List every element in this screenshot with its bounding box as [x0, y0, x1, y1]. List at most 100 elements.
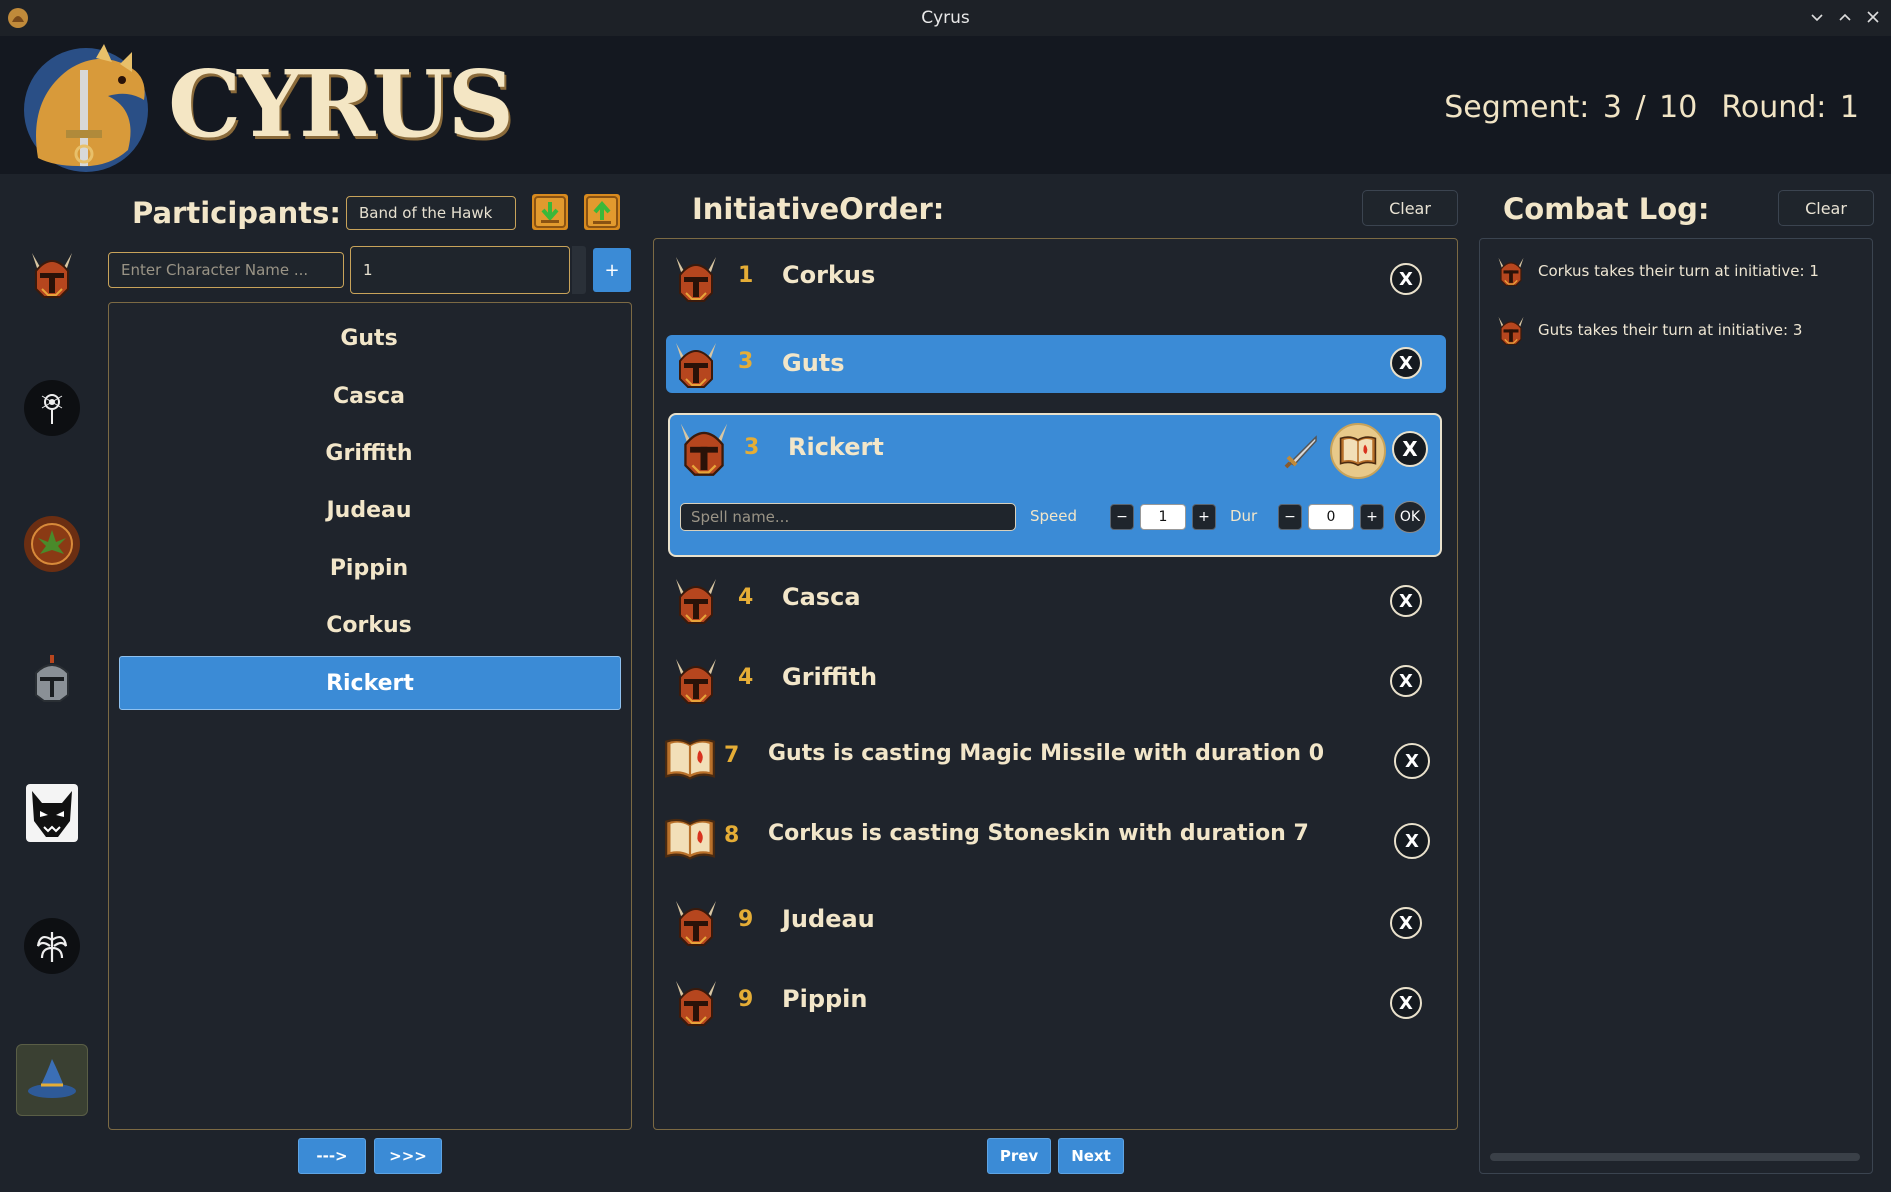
sidebar-wings-icon[interactable]: [24, 918, 80, 974]
character-name-input[interactable]: Enter Character Name ...: [108, 252, 344, 288]
round-counter: Round: 1: [1721, 90, 1859, 125]
sidebar-eye-sigil-icon[interactable]: [24, 380, 80, 436]
spell-description: Corkus is casting Stoneskin with duratio…: [768, 821, 1309, 846]
initiative-row[interactable]: 4 Griffith X: [666, 645, 1446, 715]
sidebar-demon-mask-icon[interactable]: [26, 784, 78, 842]
sidebar-wizard-hat-icon[interactable]: [16, 1044, 88, 1116]
helmet-icon: [1496, 255, 1526, 287]
initiative-number: 4: [738, 585, 754, 610]
initiative-name: Judeau: [782, 905, 875, 933]
move-one-button[interactable]: --->: [298, 1138, 366, 1174]
remove-button[interactable]: X: [1394, 823, 1430, 859]
helmet-icon: [1496, 314, 1526, 346]
dragon-logo-icon: [24, 44, 148, 172]
duration-input[interactable]: 0: [1308, 504, 1354, 530]
combat-log-scrollbar[interactable]: [1490, 1153, 1860, 1161]
initiative-number: 3: [738, 349, 754, 374]
speed-decrement-button[interactable]: −: [1110, 504, 1134, 530]
move-all-button[interactable]: >>>: [374, 1138, 442, 1174]
participant-item[interactable]: Guts: [119, 313, 619, 363]
initiative-name: Griffith: [782, 663, 878, 691]
log-entry: Corkus takes their turn at initiative: 1: [1496, 251, 1819, 291]
remove-button[interactable]: X: [1390, 585, 1422, 617]
initiative-name: Corkus: [782, 261, 876, 289]
remove-button[interactable]: X: [1390, 347, 1422, 379]
combat-log-panel: Corkus takes their turn at initiative: 1…: [1479, 238, 1873, 1174]
clear-log-button[interactable]: Clear: [1778, 190, 1874, 226]
next-button[interactable]: Next: [1058, 1138, 1124, 1174]
remove-button[interactable]: X: [1390, 263, 1422, 295]
maximize-icon[interactable]: [1837, 8, 1853, 26]
prev-button[interactable]: Prev: [987, 1138, 1051, 1174]
initiative-spinner[interactable]: [572, 246, 586, 294]
initiative-name: Casca: [782, 583, 861, 611]
spellbook-icon: [664, 815, 716, 863]
spellbook-toggle-icon[interactable]: [1330, 423, 1386, 479]
helmet-icon: [672, 655, 720, 705]
sword-icon[interactable]: [1282, 431, 1322, 471]
initiative-number: 8: [724, 823, 740, 848]
remove-button[interactable]: X: [1390, 987, 1422, 1019]
initiative-name: Pippin: [782, 985, 868, 1013]
spell-name-input[interactable]: Spell name...: [680, 503, 1016, 531]
initiative-number: 9: [738, 907, 754, 932]
participant-item[interactable]: Griffith: [119, 428, 619, 478]
spell-description: Guts is casting Magic Missile with durat…: [768, 741, 1325, 766]
initiative-row[interactable]: 9 Pippin X: [666, 967, 1446, 1037]
sidebar-knight-helm-icon[interactable]: [24, 650, 80, 706]
initiative-row-expanded[interactable]: 3 Rickert X Spell name... Speed − 1 + Du…: [668, 413, 1442, 557]
load-group-icon[interactable]: [532, 194, 568, 230]
duration-increment-button[interactable]: +: [1360, 504, 1384, 530]
sidebar-leaf-icon[interactable]: [24, 516, 80, 572]
helmet-icon: [676, 419, 732, 477]
save-group-icon[interactable]: [584, 194, 620, 230]
participant-item[interactable]: Casca: [119, 371, 619, 421]
log-entry-text: Guts takes their turn at initiative: 3: [1538, 321, 1803, 339]
window-title: Cyrus: [921, 8, 970, 28]
remove-button[interactable]: X: [1390, 665, 1422, 697]
minimize-icon[interactable]: [1809, 8, 1825, 26]
participant-item-selected[interactable]: Rickert: [119, 656, 621, 710]
log-entry-text: Corkus takes their turn at initiative: 1: [1538, 262, 1819, 280]
segment-round-info: Segment: 3 / 10 Round: 1: [1444, 90, 1859, 125]
participants-title: Participants:: [132, 196, 341, 230]
sidebar-helmet-icon[interactable]: [24, 246, 80, 302]
participants-list: Guts Casca Griffith Judeau Pippin Corkus…: [108, 302, 632, 1130]
speed-input[interactable]: 1: [1140, 504, 1186, 530]
remove-button[interactable]: X: [1390, 907, 1422, 939]
participant-item[interactable]: Judeau: [119, 485, 619, 535]
add-participant-button[interactable]: +: [593, 248, 631, 292]
remove-button[interactable]: X: [1394, 743, 1430, 779]
clear-initiative-button[interactable]: Clear: [1362, 190, 1458, 226]
spell-row[interactable]: 8 Corkus is casting Stoneskin with durat…: [666, 803, 1446, 873]
initiative-input[interactable]: 1: [350, 246, 570, 294]
duration-label: Dur: [1230, 507, 1258, 525]
participant-item[interactable]: Corkus: [119, 600, 619, 650]
remove-button[interactable]: X: [1392, 431, 1428, 467]
initiative-row[interactable]: 4 Casca X: [666, 565, 1446, 635]
segment-counter: Segment: 3 / 10: [1444, 90, 1698, 125]
initiative-number: 1: [738, 263, 754, 288]
duration-decrement-button[interactable]: −: [1278, 504, 1302, 530]
initiative-row[interactable]: 9 Judeau X: [666, 887, 1446, 957]
speed-label: Speed: [1030, 507, 1078, 525]
helmet-icon: [672, 339, 720, 389]
participant-item[interactable]: Pippin: [119, 543, 619, 593]
helmet-icon: [672, 977, 720, 1027]
combat-log-title: Combat Log:: [1503, 192, 1710, 226]
initiative-number: 9: [738, 987, 754, 1012]
initiative-row-current[interactable]: 3 Guts X: [666, 335, 1446, 393]
initiative-list: 1 Corkus X 3 Guts X 3 Rickert X Spell na…: [653, 238, 1458, 1130]
initiative-name: Rickert: [788, 433, 884, 461]
initiative-number: 3: [744, 435, 760, 460]
spell-row[interactable]: 7 Guts is casting Magic Missile with dur…: [666, 723, 1446, 793]
initiative-number: 7: [724, 743, 740, 768]
initiative-row[interactable]: 1 Corkus X: [666, 243, 1446, 313]
group-name-input[interactable]: Band of the Hawk: [346, 196, 516, 230]
helmet-icon: [672, 253, 720, 303]
speed-increment-button[interactable]: +: [1192, 504, 1216, 530]
confirm-spell-button[interactable]: OK: [1394, 501, 1426, 533]
initiative-name: Guts: [782, 349, 845, 377]
close-window-icon[interactable]: [1865, 8, 1881, 26]
helmet-icon: [672, 575, 720, 625]
